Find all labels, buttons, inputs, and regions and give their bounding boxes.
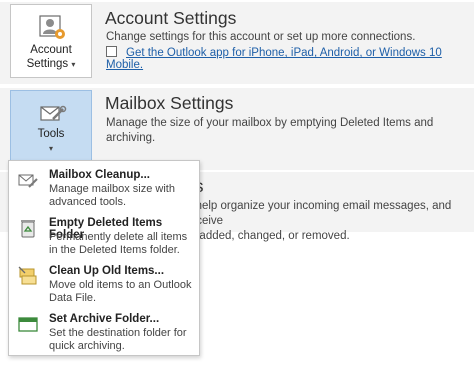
chevron-down-icon: ▾ bbox=[71, 60, 76, 69]
mailbox-settings-title: Mailbox Settings bbox=[105, 93, 234, 113]
tools-button[interactable]: Tools ▾ bbox=[10, 90, 92, 164]
account-settings-button[interactable]: Account Settings ▾ bbox=[10, 4, 92, 78]
archive-folder-icon bbox=[18, 317, 38, 332]
account-settings-button-label-line1: Account bbox=[30, 44, 72, 56]
menu-item-description: Manage mailbox size with advanced tools. bbox=[49, 183, 175, 208]
menu-item-title: Clean Up Old Items... bbox=[49, 265, 165, 277]
mailbox-cleanup-icon bbox=[18, 174, 38, 188]
tools-dropdown-menu: Mailbox Cleanup... Manage mailbox size w… bbox=[8, 160, 200, 356]
account-settings-description: Change settings for this account or set … bbox=[106, 31, 416, 43]
menu-item-title: Mailbox Cleanup... bbox=[49, 169, 150, 181]
recycle-bin-icon bbox=[21, 220, 35, 238]
menu-item-empty-deleted[interactable]: Empty Deleted Items Folder Permanently d… bbox=[9, 213, 199, 261]
rules-description-line1: o help organize your incoming email mess… bbox=[186, 200, 452, 227]
menu-item-description: Permanently delete all items in the Dele… bbox=[49, 231, 188, 256]
mailbox-settings-description: Manage the size of your mailbox by empty… bbox=[106, 117, 434, 144]
account-settings-title: Account Settings bbox=[105, 8, 237, 28]
menu-item-set-archive-folder[interactable]: Set Archive Folder... Set the destinatio… bbox=[9, 309, 199, 357]
menu-item-title: Set Archive Folder... bbox=[49, 313, 160, 325]
menu-item-mailbox-cleanup[interactable]: Mailbox Cleanup... Manage mailbox size w… bbox=[9, 165, 199, 213]
archive-folders-icon bbox=[18, 266, 37, 285]
menu-item-description: Set the destination folder for quick arc… bbox=[49, 327, 187, 352]
bullet-icon bbox=[106, 46, 117, 57]
account-settings-icon bbox=[39, 15, 65, 39]
chevron-down-icon: ▾ bbox=[48, 144, 53, 153]
outlook-app-link[interactable]: Get the Outlook app for iPhone, iPad, An… bbox=[106, 47, 442, 71]
menu-item-description: Move old items to an Outlook Data File. bbox=[49, 279, 192, 304]
menu-item-clean-up-old[interactable]: Clean Up Old Items... Move old items to … bbox=[9, 261, 199, 309]
rules-description: o help organize your incoming email mess… bbox=[186, 199, 466, 244]
tools-button-label: Tools bbox=[37, 128, 65, 140]
tools-icon bbox=[40, 105, 67, 121]
rules-description-line2: re added, changed, or removed. bbox=[186, 230, 350, 242]
account-settings-button-label-line2: Settings ▾ bbox=[26, 58, 76, 70]
outlook-app-link-row: Get the Outlook app for iPhone, iPad, An… bbox=[106, 46, 474, 71]
